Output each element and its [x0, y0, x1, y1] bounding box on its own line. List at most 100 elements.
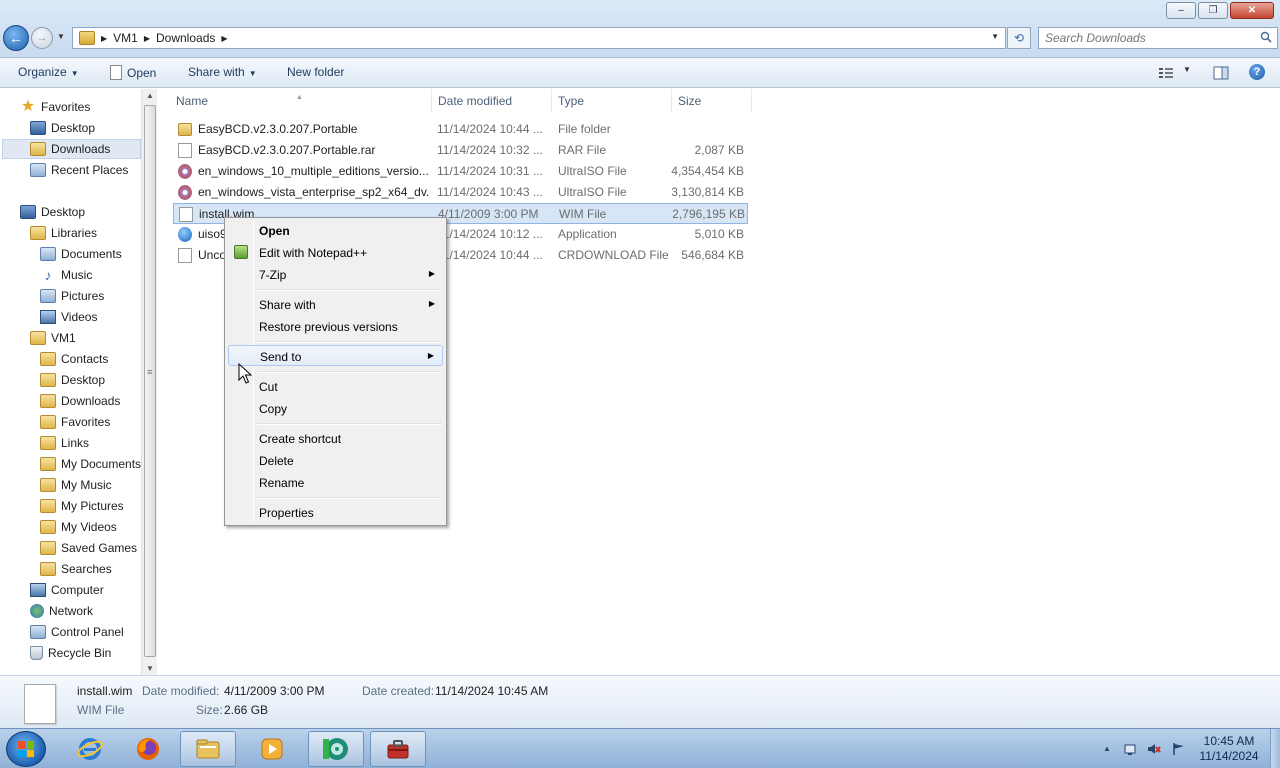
- file-row[interactable]: en_windows_vista_enterprise_sp2_x64_dv..…: [173, 182, 748, 203]
- close-button[interactable]: ✕: [1230, 2, 1274, 19]
- taskbar-file-explorer[interactable]: [180, 731, 236, 767]
- breadcrumb-separator-icon[interactable]: ▶: [221, 34, 227, 43]
- action-center-icon[interactable]: [1123, 742, 1137, 756]
- control-panel-icon: [30, 625, 46, 639]
- desktop-icon: [30, 121, 46, 135]
- breadcrumb-vm1[interactable]: VM1: [113, 31, 138, 45]
- file-row[interactable]: EasyBCD.v2.3.0.207.Portable.rar 11/14/20…: [173, 140, 748, 161]
- organize-button[interactable]: Organize ▼: [18, 65, 79, 79]
- nav-vm1-my-videos[interactable]: My Videos: [40, 517, 117, 537]
- nav-videos[interactable]: Videos: [40, 307, 97, 327]
- scrollbar-thumb[interactable]: [144, 105, 156, 657]
- nav-network[interactable]: Network: [30, 601, 93, 621]
- nav-vm1-downloads[interactable]: Downloads: [40, 391, 120, 411]
- breadcrumb-downloads[interactable]: Downloads: [156, 31, 215, 45]
- refresh-icon: ⟲: [1013, 31, 1025, 45]
- nav-libraries[interactable]: Libraries: [30, 223, 97, 243]
- file-explorer-icon: [196, 739, 220, 759]
- menu-label: Create shortcut: [259, 432, 342, 446]
- column-header-date[interactable]: Date modified: [432, 89, 552, 113]
- menu-item-send-to[interactable]: Send to ▶: [228, 345, 443, 366]
- column-header-size[interactable]: Size: [672, 89, 752, 113]
- new-folder-button[interactable]: New folder: [287, 65, 344, 79]
- nav-desktop[interactable]: Desktop: [20, 202, 85, 222]
- nav-computer[interactable]: Computer: [30, 580, 104, 600]
- taskbar-toolbox[interactable]: [370, 731, 426, 767]
- forward-button[interactable]: →: [31, 27, 53, 49]
- scroll-down-icon[interactable]: ▼: [146, 664, 154, 673]
- nav-vm1-my-pictures[interactable]: My Pictures: [40, 496, 124, 516]
- menu-item-copy[interactable]: Copy: [228, 398, 443, 419]
- nav-vm1-searches[interactable]: Searches: [40, 559, 112, 579]
- share-with-button[interactable]: Share with ▼: [188, 65, 257, 79]
- clock[interactable]: 10:45 AM 11/14/2024: [1192, 734, 1266, 764]
- nav-control-panel[interactable]: Control Panel: [30, 622, 124, 642]
- recent-pages-dropdown[interactable]: ▼: [57, 32, 65, 41]
- minimize-button[interactable]: ‒: [1166, 2, 1196, 19]
- breadcrumb-separator-icon[interactable]: ▶: [101, 34, 107, 43]
- menu-label: Restore previous versions: [259, 320, 398, 334]
- taskbar-firefox[interactable]: [120, 731, 176, 767]
- maximize-button[interactable]: ❐: [1198, 2, 1228, 19]
- nav-recycle-bin[interactable]: Recycle Bin: [30, 643, 111, 663]
- nav-fav-desktop[interactable]: Desktop: [30, 118, 95, 138]
- menu-item-share-with[interactable]: Share with ▶: [228, 294, 443, 315]
- downloads-folder-icon: [30, 142, 46, 156]
- nav-pictures[interactable]: Pictures: [40, 286, 104, 306]
- help-icon[interactable]: ?: [1249, 64, 1265, 80]
- nav-vm1[interactable]: VM1: [30, 328, 76, 348]
- start-button[interactable]: [6, 731, 46, 767]
- preview-pane-icon[interactable]: [1213, 66, 1229, 80]
- scroll-up-icon[interactable]: ▲: [146, 91, 154, 100]
- menu-item-7zip[interactable]: 7-Zip ▶: [228, 264, 443, 285]
- nav-vm1-my-documents[interactable]: My Documents: [40, 454, 141, 474]
- menu-item-edit-notepad[interactable]: Edit with Notepad++: [228, 242, 443, 263]
- refresh-button[interactable]: ⟲: [1007, 27, 1031, 49]
- nav-label: Network: [49, 604, 94, 618]
- search-input[interactable]: [1039, 28, 1249, 48]
- taskbar-media-player[interactable]: [244, 731, 300, 767]
- nav-favorites[interactable]: ★ Favorites: [20, 97, 91, 117]
- nav-vm1-links[interactable]: Links: [40, 433, 89, 453]
- view-options-dropdown[interactable]: ▼: [1183, 65, 1191, 74]
- menu-item-rename[interactable]: Rename: [228, 472, 443, 493]
- menu-item-cut[interactable]: Cut: [228, 376, 443, 397]
- address-bar[interactable]: ▶ VM1 ▶ Downloads ▶ ▼: [72, 27, 1006, 49]
- open-button[interactable]: Open: [110, 65, 156, 80]
- menu-item-delete[interactable]: Delete: [228, 450, 443, 471]
- nav-vm1-favorites[interactable]: Favorites: [40, 412, 110, 432]
- column-header-type[interactable]: Type: [552, 89, 672, 113]
- breadcrumb-separator-icon[interactable]: ▶: [144, 34, 150, 43]
- folder-icon: [40, 394, 56, 408]
- back-button[interactable]: ←: [3, 25, 29, 51]
- nav-documents[interactable]: Documents: [40, 244, 122, 264]
- menu-item-properties[interactable]: Properties: [228, 502, 443, 523]
- search-icon[interactable]: [1260, 31, 1272, 43]
- change-view-icon[interactable]: [1158, 66, 1174, 80]
- nav-label: Links: [61, 436, 90, 450]
- nav-fav-recent-places[interactable]: Recent Places: [30, 160, 128, 180]
- nav-music[interactable]: ♪ Music: [40, 265, 93, 285]
- menu-item-open[interactable]: Open: [228, 220, 443, 241]
- nav-vm1-saved-games[interactable]: Saved Games: [40, 538, 137, 558]
- show-hidden-icons-icon[interactable]: ▲: [1100, 742, 1114, 756]
- show-desktop-button[interactable]: [1270, 729, 1280, 768]
- taskbar-ultraiso[interactable]: [308, 731, 364, 767]
- menu-item-restore-previous-versions[interactable]: Restore previous versions: [228, 316, 443, 337]
- file-row[interactable]: en_windows_10_multiple_editions_versio..…: [173, 161, 748, 182]
- search-box[interactable]: [1038, 27, 1278, 49]
- details-filename: install.wim: [77, 684, 133, 698]
- nav-scrollbar[interactable]: ▲ ≡ ▼: [141, 89, 157, 675]
- nav-vm1-my-music[interactable]: My Music: [40, 475, 112, 495]
- taskbar-internet-explorer[interactable]: [62, 731, 118, 767]
- nav-vm1-contacts[interactable]: Contacts: [40, 349, 108, 369]
- network-flag-icon[interactable]: [1172, 742, 1186, 756]
- nav-vm1-desktop[interactable]: Desktop: [40, 370, 105, 390]
- menu-item-create-shortcut[interactable]: Create shortcut: [228, 428, 443, 449]
- file-row[interactable]: EasyBCD.v2.3.0.207.Portable 11/14/2024 1…: [173, 119, 748, 140]
- address-dropdown-icon[interactable]: ▼: [991, 32, 999, 41]
- volume-muted-icon[interactable]: [1147, 742, 1161, 756]
- column-header-name[interactable]: Name ▲: [158, 89, 432, 113]
- nav-fav-downloads[interactable]: Downloads: [2, 139, 141, 159]
- menu-label: 7-Zip: [259, 268, 287, 282]
